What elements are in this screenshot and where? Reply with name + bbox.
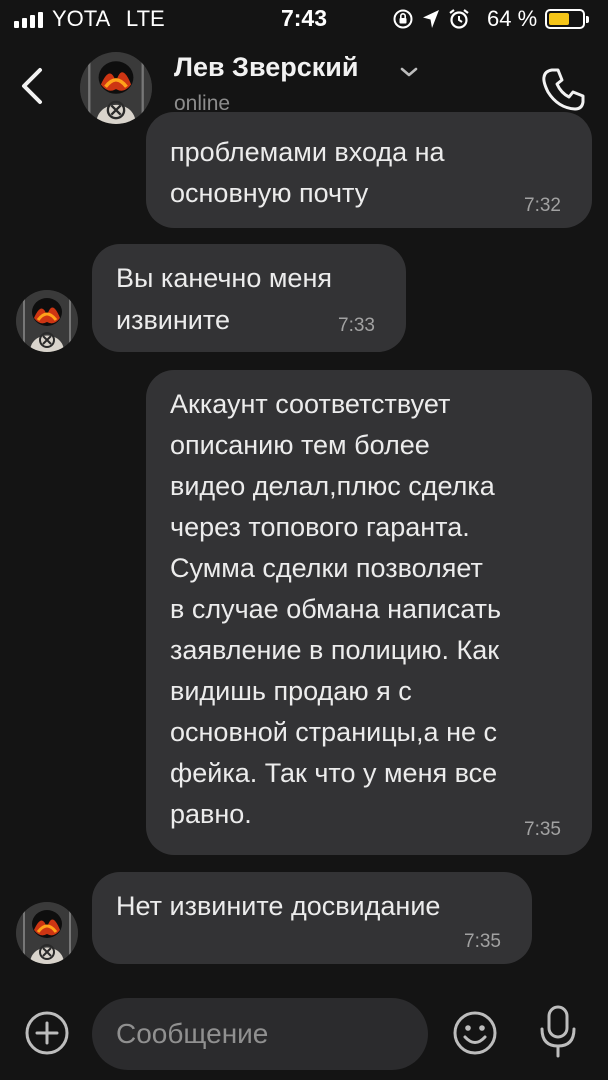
location-icon [423, 10, 439, 28]
message-text-line: заявление в полицию. Как [170, 635, 500, 665]
message-text-line: основную почту [170, 178, 369, 208]
message-time: 7:33 [338, 315, 375, 336]
sender-avatar[interactable] [16, 290, 78, 352]
chevron-left-icon[interactable] [12, 64, 52, 108]
screen-lock-icon [393, 9, 413, 29]
message-outgoing[interactable]: проблемами входа на основную почту 7:32 [146, 112, 592, 228]
battery-icon [545, 9, 589, 29]
message-time: 7:35 [524, 819, 561, 840]
message-text-line: через топового гаранта. [170, 512, 470, 542]
message-text-line: Сумма сделки позволяет [170, 553, 483, 583]
alarm-icon [449, 9, 469, 29]
contact-name[interactable]: Лев Зверский [174, 52, 358, 83]
message-incoming[interactable]: Вы канечно меня извините 7:33 [92, 244, 406, 352]
message-text-line: видишь продаю я с [170, 676, 412, 706]
message-text-line: равно. [170, 799, 252, 829]
message-text-line: описанию тем более [170, 430, 430, 460]
contact-avatar[interactable] [80, 52, 152, 124]
message-time: 7:32 [524, 195, 561, 216]
message-text-line: в случае обмана написать [170, 594, 502, 624]
message-text-line: проблемами входа на [170, 137, 445, 167]
phone-icon[interactable] [538, 64, 588, 114]
message-input[interactable]: Сообщение [92, 998, 428, 1070]
message-text-line: фейка. Так что у меня все [170, 758, 498, 788]
message-time: 7:35 [464, 931, 501, 952]
battery-fill [549, 13, 569, 25]
microphone-icon[interactable] [538, 1004, 578, 1060]
message-incoming[interactable]: Нет извините досвидание 7:35 [92, 872, 532, 964]
message-text-line: Аккаунт соответствует [170, 389, 451, 419]
message-text-line: Нет извините досвидание [116, 891, 441, 921]
status-bar: YOTA LTE 7:43 64 % [0, 0, 608, 40]
emoji-icon[interactable] [452, 1010, 498, 1056]
message-text-line: извините [116, 305, 230, 335]
message-text-line: видео делал,плюс сделка [170, 471, 495, 501]
battery-percent: 64 % [487, 6, 538, 31]
message-input-placeholder: Сообщение [116, 1018, 269, 1049]
message-text-line: основной страницы,а не с [170, 717, 498, 747]
sender-avatar[interactable] [16, 902, 78, 964]
message-text-line: Вы канечно меня [116, 263, 332, 293]
message-outgoing[interactable]: Аккаунт соответствует описанию тем более… [146, 370, 592, 855]
chevron-down-icon[interactable] [398, 62, 420, 82]
message-composer: Сообщение [0, 990, 608, 1080]
plus-icon[interactable] [24, 1010, 70, 1056]
